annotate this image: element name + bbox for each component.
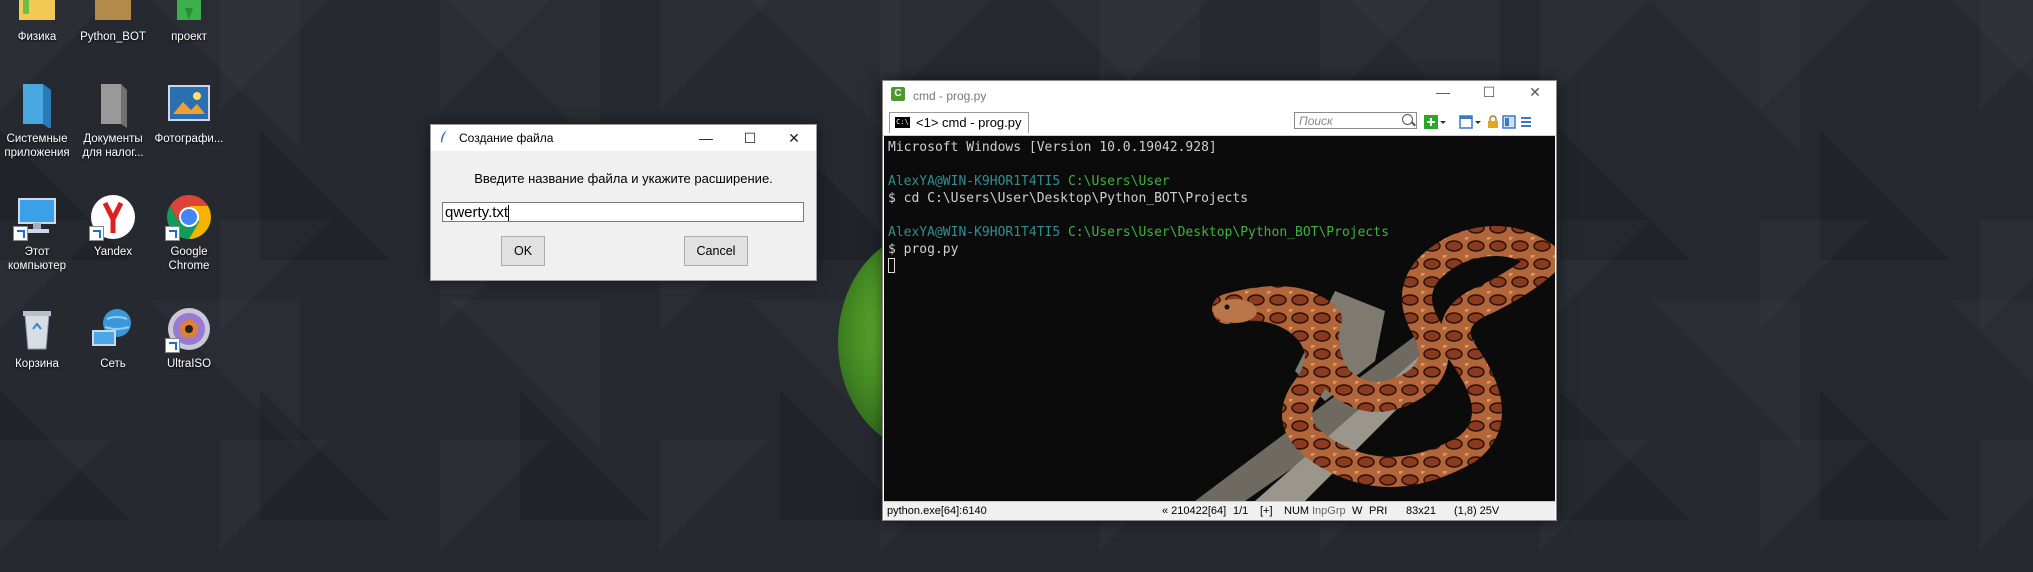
dialog-title: Создание файла <box>459 131 554 145</box>
status-pid: « 210422[64] <box>1162 505 1227 517</box>
terminal-line: $ cd C:\Users\User\Desktop\Python_BOT\Pr… <box>888 191 1249 206</box>
split-view-icon[interactable] <box>1459 115 1473 129</box>
desktop-icon-label: Физика <box>17 31 57 43</box>
desktop-icon-yandex[interactable]: Yandex <box>76 193 150 259</box>
console-titlebar[interactable]: C cmd - prog.py — ☐ ✕ <box>883 81 1556 109</box>
desktop-icon-chrome[interactable]: Google Chrome <box>152 193 226 273</box>
search-icon <box>1402 114 1413 125</box>
ultraiso-icon <box>165 305 213 353</box>
folder-icon <box>165 0 213 26</box>
lock-icon[interactable] <box>1486 115 1500 129</box>
prompt-user: AlexYA@WIN-K9HOR1T4TI5 <box>888 174 1061 189</box>
prompt-user: AlexYA@WIN-K9HOR1T4TI5 <box>888 225 1061 240</box>
terminal-prompt-line: AlexYA@WIN-K9HOR1T4TI5 C:\Users\User <box>888 173 1170 190</box>
filename-input-value: qwerty.txt <box>445 204 509 221</box>
console-window: C cmd - prog.py — ☐ ✕ C:\ <1> cmd - prog… <box>882 80 1557 521</box>
status-inpgrp: InpGrp <box>1312 505 1346 517</box>
recycle-bin-icon <box>13 305 61 353</box>
snake-wallpaper-image <box>1195 226 1555 501</box>
status-process: python.exe[64]:6140 <box>887 505 987 517</box>
shortcut-arrow-icon <box>165 338 180 353</box>
tab-label: <1> cmd - prog.py <box>916 115 1022 130</box>
shortcut-arrow-icon <box>13 226 28 241</box>
status-pos: (1,8) 25V <box>1454 505 1500 517</box>
feather-icon <box>441 130 447 143</box>
network-icon <box>89 305 137 353</box>
maximize-button[interactable]: ☐ <box>1467 79 1511 105</box>
desktop-icon-ultraiso[interactable]: UltraISO <box>152 305 226 371</box>
console-title: cmd - prog.py <box>913 89 987 103</box>
filename-input[interactable]: qwerty.txt <box>442 202 804 222</box>
menu-icon[interactable] <box>1519 115 1533 129</box>
desktop-icon-fizika[interactable]: Физика <box>0 0 74 44</box>
folder-icon <box>13 80 61 130</box>
prompt-path: C:\Users\User\Desktop\Python_BOT\Project… <box>1068 225 1389 240</box>
desktop-icon-label: Фотографи... <box>154 133 224 145</box>
search-placeholder: Поиск <box>1299 114 1333 128</box>
yandex-icon <box>89 193 137 241</box>
minimize-button[interactable]: — <box>1421 79 1465 105</box>
console-toolbar: C:\ <1> cmd - prog.py Поиск <box>883 109 1556 136</box>
new-console-icon[interactable] <box>1424 115 1438 129</box>
folder-icon <box>13 0 61 26</box>
terminal-line: $ prog.py <box>888 242 959 257</box>
search-input[interactable]: Поиск <box>1294 112 1417 129</box>
desktop-icon-python-bot[interactable]: Python_BOT <box>76 0 150 44</box>
terminal-area[interactable]: Microsoft Windows [Version 10.0.19042.92… <box>884 136 1555 501</box>
desktop-icon-recycle-bin[interactable]: Корзина <box>0 305 74 371</box>
cancel-button[interactable]: Cancel <box>684 236 748 266</box>
terminal-line: Microsoft Windows [Version 10.0.19042.92… <box>888 140 1217 155</box>
folder-icon <box>89 0 137 26</box>
conemu-icon: C <box>891 87 905 101</box>
console-statusbar: python.exe[64]:6140 « 210422[64] 1/1 [+]… <box>884 501 1555 520</box>
desktop-icon-label: Документы для налог... <box>82 133 144 159</box>
folder-icon <box>89 80 137 128</box>
desktop-icon-this-pc[interactable]: Этот компьютер <box>0 193 74 273</box>
desktop-icon-label: Сеть <box>100 358 126 370</box>
status-page: 1/1 <box>1233 505 1249 517</box>
create-file-dialog: Создание файла — ☐ ✕ Введите название фа… <box>430 124 817 281</box>
desktop-icon-photos[interactable]: Фотографи... <box>152 80 226 146</box>
text-caret <box>508 205 510 222</box>
desktop-icon-label: Корзина <box>15 358 59 370</box>
close-button[interactable]: ✕ <box>772 125 816 151</box>
desktop-icon-label: UltraISO <box>166 358 212 370</box>
shortcut-arrow-icon <box>165 226 180 241</box>
desktop-icon-documents[interactable]: Документы для налог... <box>76 80 150 160</box>
status-num: NUM <box>1284 505 1310 517</box>
close-button[interactable]: ✕ <box>1513 79 1557 105</box>
chevron-down-icon[interactable] <box>1439 115 1447 129</box>
computer-icon <box>13 193 61 241</box>
desktop-icon-network[interactable]: Сеть <box>76 305 150 371</box>
terminal-cursor <box>888 258 895 278</box>
photos-icon <box>165 80 213 128</box>
desktop-icon-label: Этот компьютер <box>8 246 66 272</box>
chrome-icon <box>165 193 213 241</box>
dialog-titlebar[interactable]: Создание файла — ☐ ✕ <box>431 125 816 151</box>
status-w: W <box>1352 505 1363 517</box>
chevron-down-icon[interactable] <box>1474 115 1482 129</box>
dialog-prompt: Введите название файла и укажите расшире… <box>474 171 773 186</box>
cmd-icon: C:\ <box>895 117 910 128</box>
tab-cmd[interactable]: C:\ <1> cmd - prog.py <box>889 112 1029 133</box>
desktop-icon-proekt[interactable]: проект <box>152 0 226 44</box>
minimize-button[interactable]: — <box>684 125 728 151</box>
status-pri: PRI <box>1369 505 1388 517</box>
desktop-icon-label: проект <box>171 31 207 43</box>
desktop-icon-label: Google Chrome <box>168 246 210 272</box>
prompt-path: C:\Users\User <box>1068 174 1170 189</box>
shortcut-arrow-icon <box>89 226 104 241</box>
desktop-icon-label: Python_BOT <box>80 31 146 43</box>
desktop-icon-label: Yandex <box>93 246 133 258</box>
ok-button[interactable]: OK <box>501 236 545 266</box>
status-size: 83x21 <box>1406 505 1436 517</box>
window-icon[interactable] <box>1502 115 1516 129</box>
maximize-button[interactable]: ☐ <box>728 125 772 151</box>
desktop-icon-system-apps[interactable]: Системные приложения <box>0 80 74 160</box>
status-plus: [+] <box>1260 505 1273 517</box>
desktop-icon-label: Системные приложения <box>4 133 70 159</box>
terminal-prompt-line: AlexYA@WIN-K9HOR1T4TI5 C:\Users\User\Des… <box>888 224 1389 241</box>
